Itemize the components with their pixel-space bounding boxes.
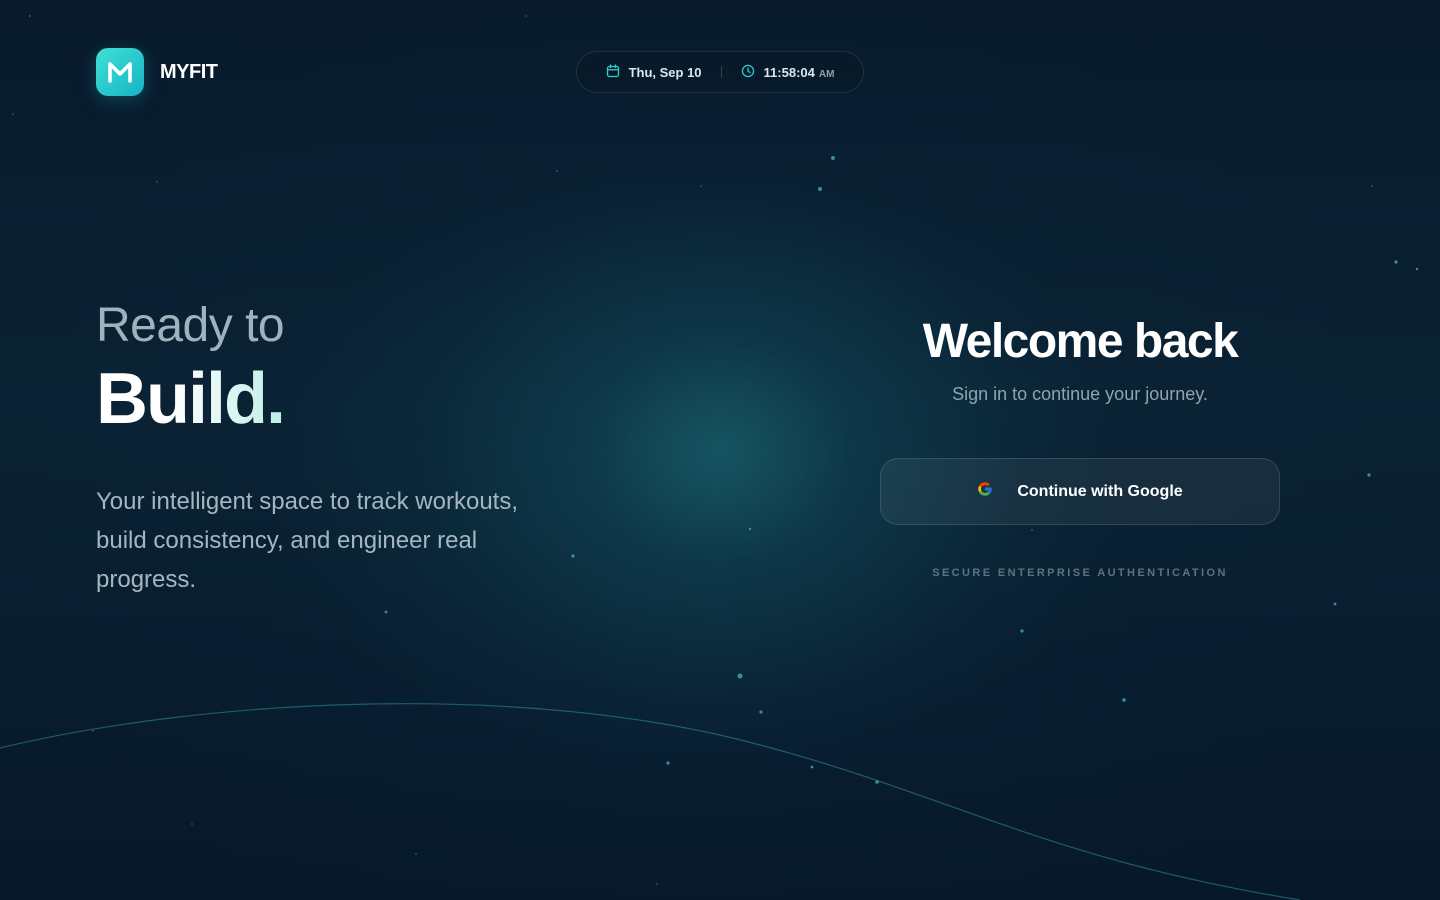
current-date: Thu, Sep 10 xyxy=(628,64,702,80)
hero-description: Your intelligent space to track workouts… xyxy=(96,488,519,593)
time-group: 11:58:04 AM xyxy=(741,64,835,81)
current-time: 11:58:04 xyxy=(763,64,815,80)
hero-line-1: Ready to xyxy=(96,299,285,352)
brand-logo[interactable]: MYFIT xyxy=(96,48,218,96)
datetime-pill: Thu, Sep 10 11:58:04 AM xyxy=(576,51,864,93)
google-icon xyxy=(977,481,993,502)
google-button-label: Continue with Google xyxy=(1017,482,1183,500)
welcome-subtitle: Sign in to continue your journey. xyxy=(952,384,1208,404)
secure-auth-note: SECURE ENTERPRISE AUTHENTICATION xyxy=(932,567,1228,579)
logo-badge-icon xyxy=(96,48,144,96)
continue-with-google-button[interactable]: Continue with Google xyxy=(880,458,1280,525)
hero-line-2: Build. xyxy=(96,359,286,439)
background-decoration xyxy=(0,14,1419,900)
brand-name: MYFIT xyxy=(160,60,218,83)
m-letter-icon xyxy=(108,62,132,83)
clock-icon xyxy=(741,64,755,81)
date-group: Thu, Sep 10 xyxy=(606,63,702,81)
pill-divider xyxy=(720,66,722,78)
time-ampm: AM xyxy=(818,68,835,80)
background xyxy=(0,0,1440,900)
welcome-title: Welcome back xyxy=(922,315,1239,368)
calendar-icon xyxy=(606,63,620,81)
